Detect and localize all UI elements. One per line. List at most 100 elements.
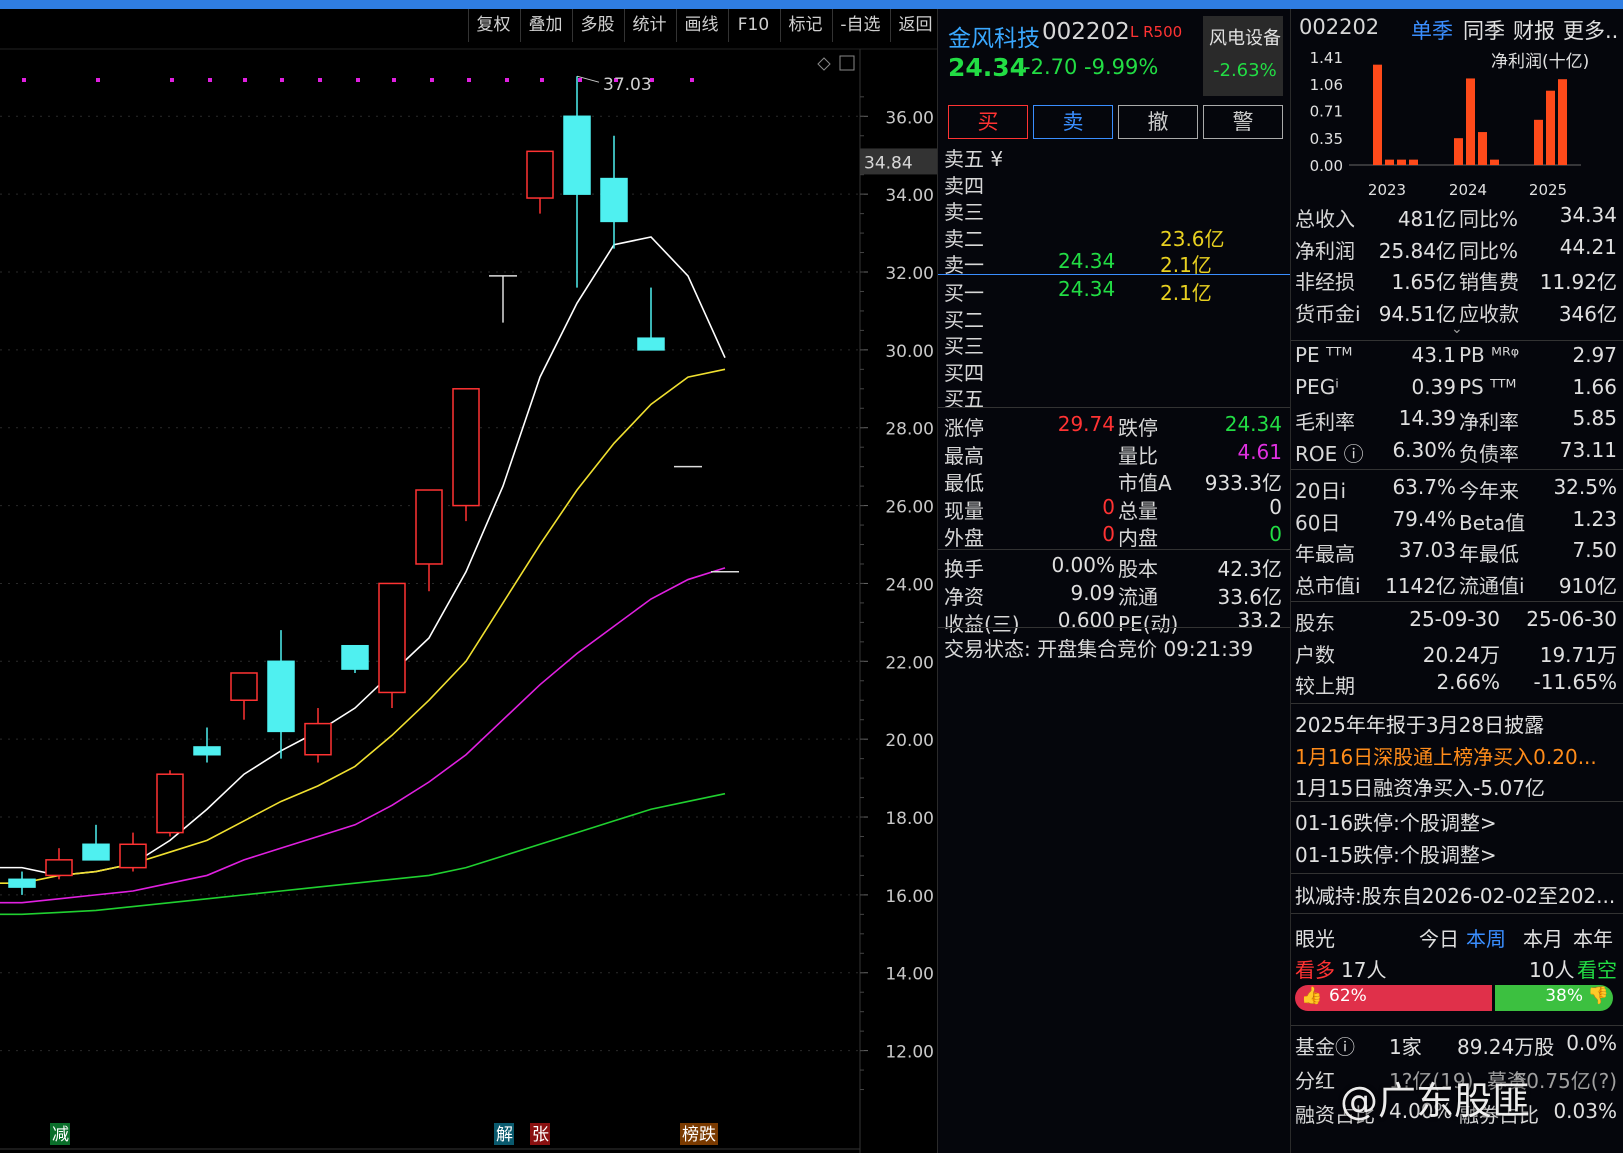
tab-more[interactable]: 更多.. <box>1563 15 1618 45</box>
perf-row-label: Beta值 <box>1459 510 1526 535</box>
y-tick-label: 26.00 <box>885 498 934 518</box>
vision-tab[interactable]: 本年 <box>1573 923 1613 952</box>
ratio-row-label: 净利率 <box>1459 410 1519 434</box>
toolbar-item-0[interactable]: 复权 <box>468 9 518 42</box>
bear-label: 看空 <box>1577 958 1617 982</box>
vision-title: 眼光 <box>1295 927 1335 951</box>
price-change-pct: -9.99% <box>1084 55 1159 79</box>
candle <box>563 76 591 288</box>
signal-dot <box>540 78 544 82</box>
price-change: -2.70 <box>1023 55 1078 79</box>
fund-pct: 0.0% <box>1566 1031 1617 1055</box>
divider <box>1291 801 1623 802</box>
signal-dot <box>392 78 396 82</box>
reduction-plan[interactable]: 拟减持:股东自2026-02-02至202... <box>1295 880 1615 909</box>
toolbar-item-6[interactable]: 标记 <box>780 9 830 42</box>
candle <box>341 644 369 673</box>
mini-chart-title: 净利润(十亿) <box>1491 52 1589 72</box>
sell-button[interactable]: 卖 <box>1033 105 1113 139</box>
bull-pct: 62% <box>1329 986 1367 1006</box>
toolbar-item-1[interactable]: 叠加 <box>520 9 570 42</box>
toolbar-item-4[interactable]: 画线 <box>676 9 726 42</box>
stat-label: 股本 <box>1118 557 1158 581</box>
news-item[interactable]: 1月16日深股通上榜净买入0.20... <box>1295 741 1597 770</box>
mini-x-label: 2023 <box>1368 181 1406 199</box>
tab-same-quarter[interactable]: 同季 <box>1463 15 1505 45</box>
signal-dot <box>318 78 322 82</box>
stat-label: 净资 <box>944 584 984 609</box>
ratio-row-value: 14.39 <box>1398 406 1456 430</box>
top-accent-bar <box>0 0 1623 9</box>
stat-value: 933.3亿 <box>1204 471 1282 495</box>
y-tick-label: 16.00 <box>885 887 934 907</box>
y-tick-label: 18.00 <box>885 809 934 829</box>
stat-label: 最高 <box>944 443 984 468</box>
news-item[interactable]: 2025年年报于3月28日披露 <box>1295 709 1544 738</box>
ratio-row-label: PS ᵀᵀᴹ <box>1459 374 1517 399</box>
mini-y-tick: 1.41 <box>1310 49 1343 67</box>
toolbar-item-2[interactable]: 多股 <box>572 9 622 42</box>
news-item[interactable]: 1月15日融资净买入-5.07亿 <box>1295 772 1545 801</box>
fin-row-label: 应收款 <box>1459 301 1519 326</box>
toolbar-item-7[interactable]: -自选 <box>832 9 888 42</box>
holder-value: 20.24万 <box>1422 642 1500 667</box>
y-tick-label: 36.00 <box>885 108 934 128</box>
high-label: 37.03 <box>603 75 652 95</box>
ratio-row-value: 2.97 <box>1572 343 1617 367</box>
fin-row-label: 总收入 <box>1295 207 1355 231</box>
sector-change: -2.63% <box>1213 60 1277 81</box>
fin-row-value: 11.92亿 <box>1539 270 1617 294</box>
toolbar-item-8[interactable]: 返回 <box>890 9 940 42</box>
alert-button[interactable]: 警 <box>1203 105 1283 139</box>
tab-quarter[interactable]: 单季 <box>1411 15 1453 45</box>
profit-bar <box>1490 159 1499 165</box>
kline-chart[interactable]: 36.00 34.00 32.00 30.00 28.00 26.00 24.00 22.00… <box>0 9 937 1153</box>
thumbs-up-icon: 👍 <box>1301 986 1323 1006</box>
stat-label: 市值A <box>1118 471 1172 495</box>
perf-row-label: 年最高 <box>1295 542 1355 566</box>
thumbs-down-icon: 👎 <box>1587 986 1609 1006</box>
tab-report[interactable]: 财报 <box>1513 15 1555 45</box>
fund-count: 1家 <box>1389 1035 1422 1059</box>
event-marker-label: 张 <box>532 1125 549 1145</box>
bull-count: 17人 <box>1341 958 1387 982</box>
profit-bar <box>1534 119 1543 165</box>
stat-value: 33.2 <box>1237 608 1282 632</box>
fin-row-value: 34.34 <box>1559 203 1617 227</box>
y-tick-label: 28.00 <box>885 420 934 440</box>
ask-volume: 23.6亿 <box>1160 226 1225 251</box>
sector-box[interactable]: 风电设备 -2.63% <box>1203 16 1283 96</box>
divider <box>1291 873 1623 874</box>
kline-svg[interactable]: 36.00 34.00 32.00 30.00 28.00 26.00 24.00 22.00… <box>0 9 937 1153</box>
vision-tab[interactable]: 今日 <box>1419 923 1459 952</box>
perf-row-value: 7.50 <box>1572 538 1617 562</box>
toolbar-item-3[interactable]: 统计 <box>624 9 674 42</box>
panel-toggle-icon <box>839 55 855 71</box>
stat-value: 0 <box>1269 522 1282 546</box>
vision-tab[interactable]: 本月 <box>1523 923 1563 952</box>
event-item[interactable]: 01-16跌停:个股调整> <box>1295 807 1497 836</box>
holder-value: 25-06-30 <box>1526 607 1617 631</box>
perf-row-value: 1142亿 <box>1385 573 1456 598</box>
bull-label: 看多 <box>1295 958 1335 982</box>
vision-tab[interactable]: 本周 <box>1466 923 1506 952</box>
y-tick-label: 22.00 <box>885 653 934 673</box>
fin-row-value: 481亿 <box>1397 207 1456 231</box>
stock-code: 002202 <box>1042 19 1130 45</box>
expand-icon[interactable]: ⌄ <box>1451 321 1463 337</box>
candle-body <box>304 722 332 756</box>
candle-body <box>156 773 184 834</box>
toolbar-item-5[interactable]: F10 <box>728 9 778 42</box>
fund-label: 基金ⓘ <box>1295 1035 1355 1059</box>
candle-body <box>452 388 480 507</box>
ratio-row-label: PE ᵀᵀᴹ <box>1295 343 1353 367</box>
buy-button[interactable]: 买 <box>948 105 1028 139</box>
candle <box>489 275 517 323</box>
cancel-order-button[interactable]: 撤 <box>1118 105 1198 139</box>
fin-row-label: 同比% <box>1459 207 1519 231</box>
event-marker-label: 解 <box>496 1125 513 1145</box>
event-item[interactable]: 01-15跌停:个股调整> <box>1295 839 1497 868</box>
quote-panel: 金风科技 002202 L R500 风电设备 -2.63% 24.34 -2.… <box>937 9 1291 1153</box>
y-tick-label: 14.00 <box>885 965 934 985</box>
mini-y-tick: 0.35 <box>1310 130 1343 148</box>
